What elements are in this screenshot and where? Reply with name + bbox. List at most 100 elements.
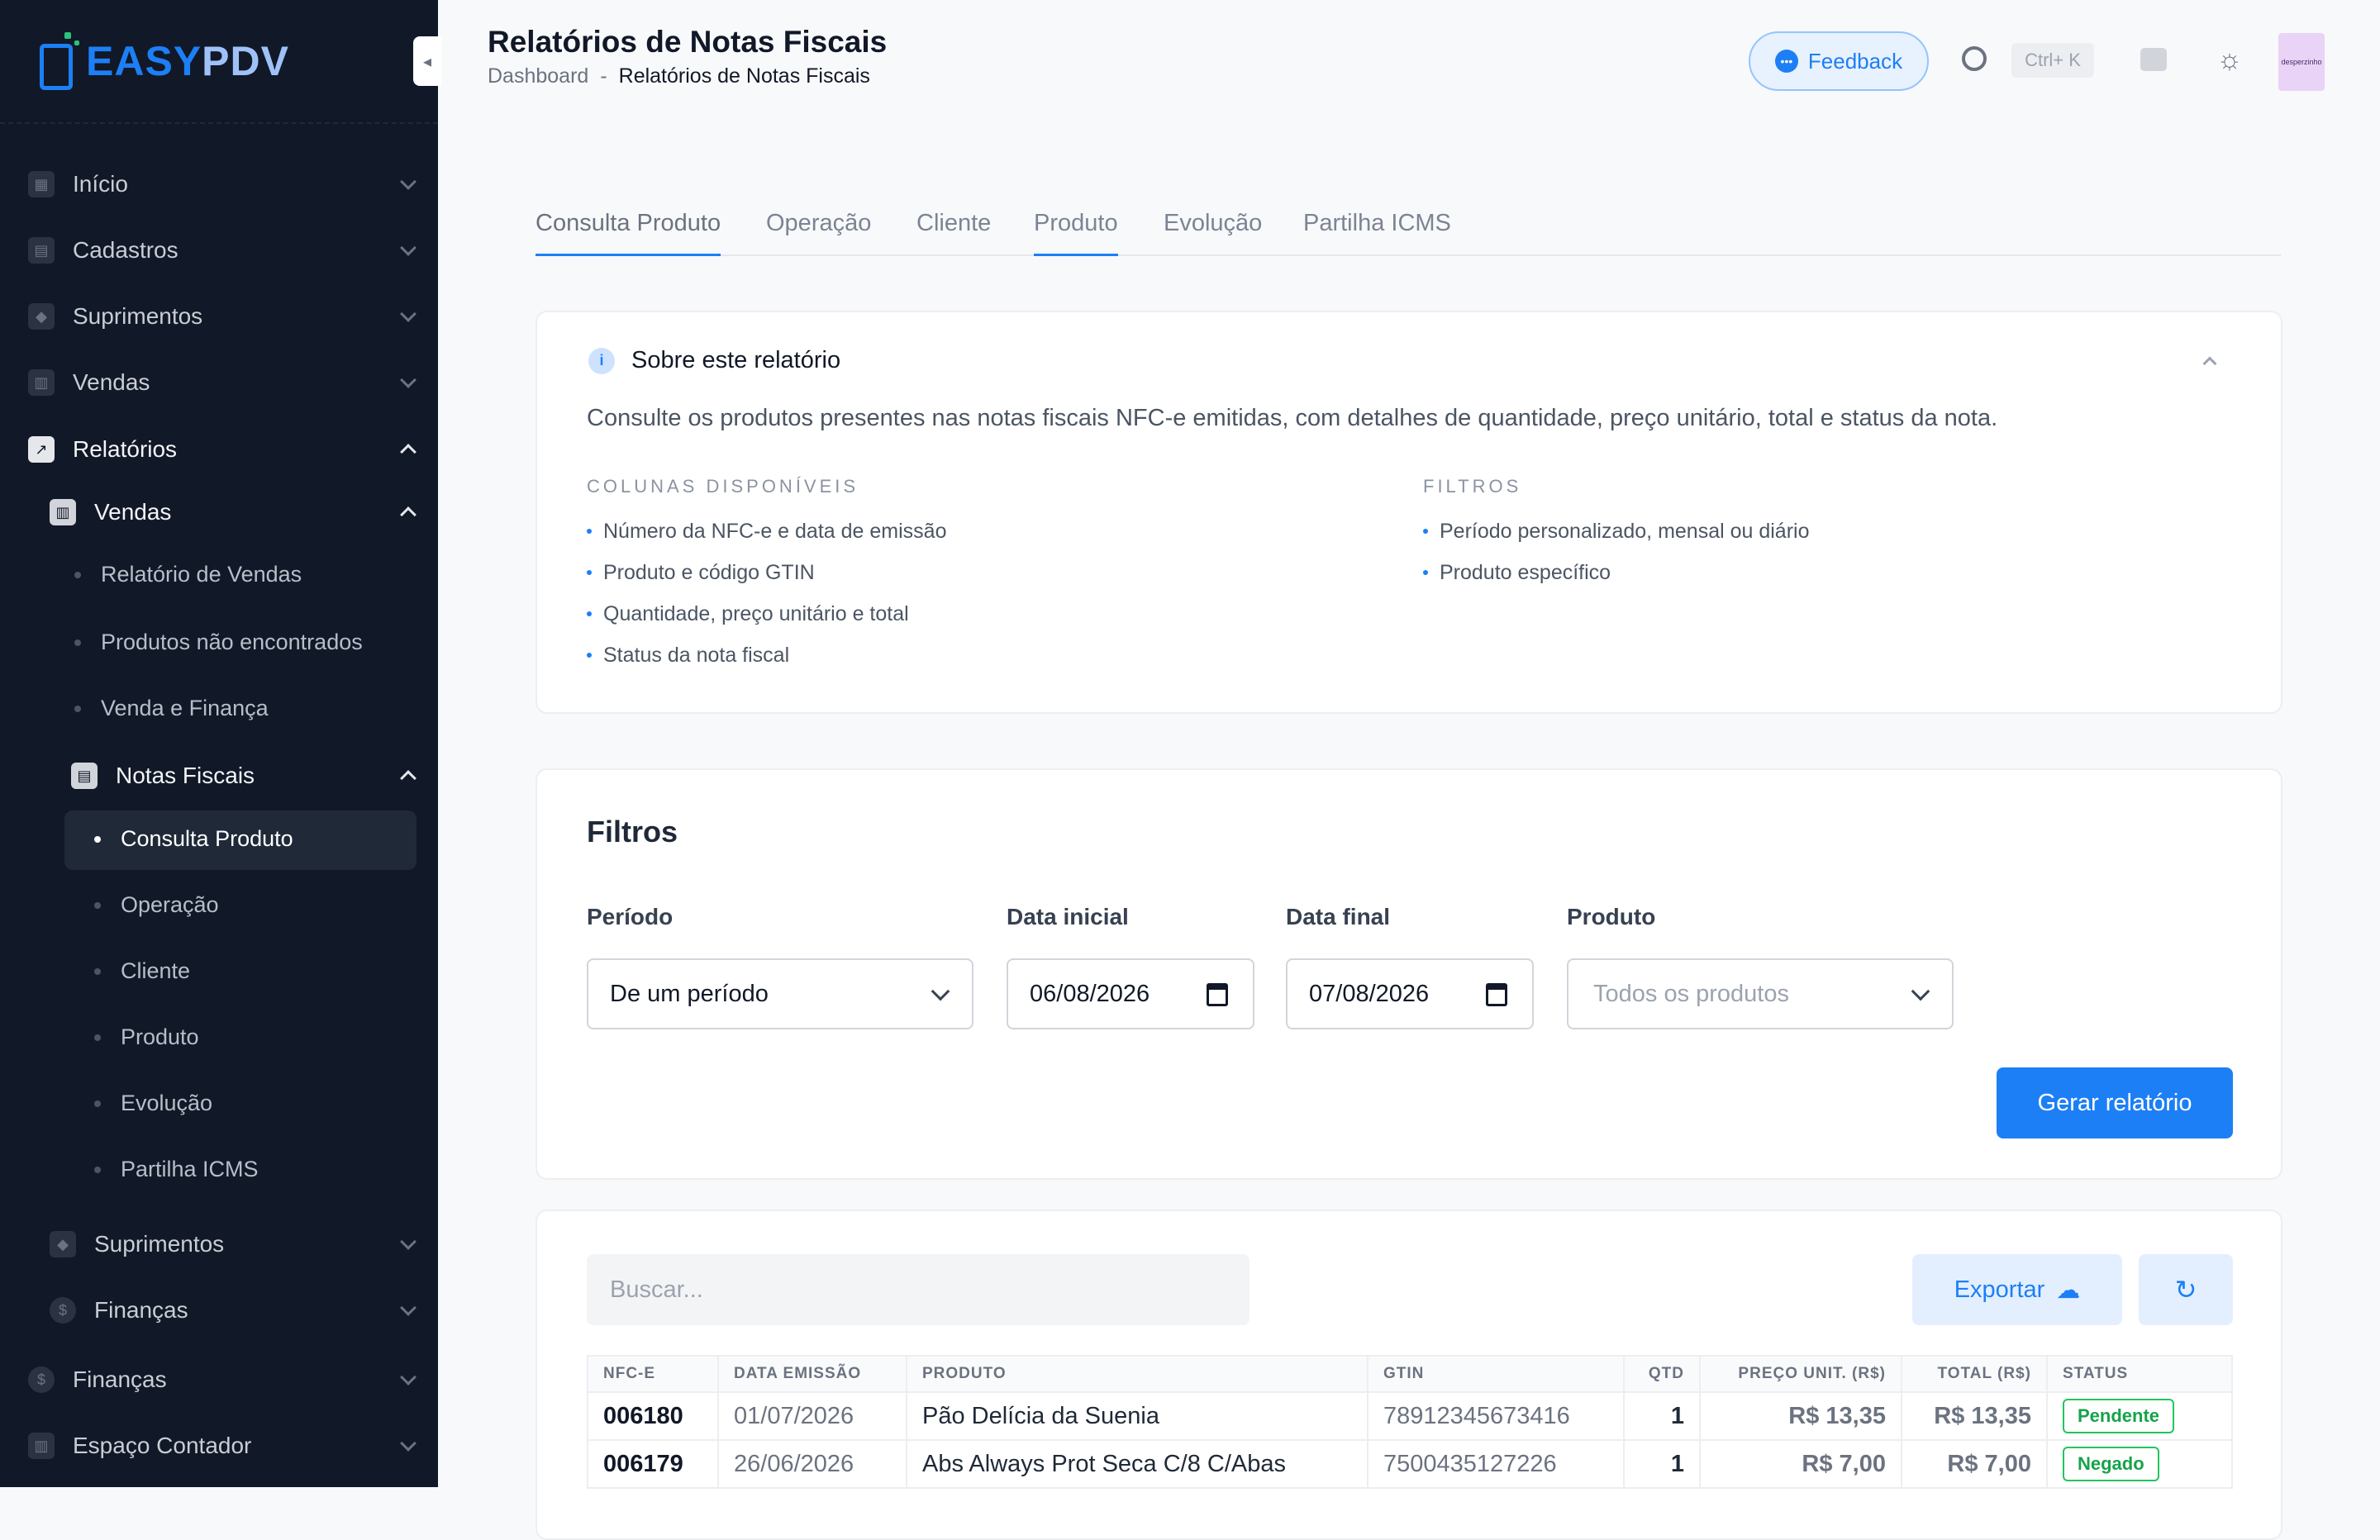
column-header[interactable]: DATA EMISSÃO: [717, 1355, 907, 1393]
table-row[interactable]: 006180 01/07/2026 Pão Delícia da Suenia …: [587, 1391, 2233, 1441]
sidebar-item-label: Suprimentos: [73, 303, 203, 329]
column-header[interactable]: GTIN: [1367, 1355, 1625, 1393]
list-item: Quantidade, preço unitário e total: [587, 593, 946, 635]
sidebar-item-cliente[interactable]: Cliente: [94, 958, 190, 984]
sidebar-item-label: Cadastros: [73, 237, 178, 263]
search-icon[interactable]: [1962, 46, 1987, 71]
sidebar-item-partilha-icms[interactable]: Partilha ICMS: [94, 1157, 259, 1182]
column-header[interactable]: PREÇO UNIT. (R$): [1699, 1355, 1902, 1393]
chart-icon: ↗: [28, 436, 55, 463]
document-icon: ▤: [71, 763, 98, 789]
cell-preco: R$ 13,35: [1699, 1391, 1902, 1441]
dollar-icon: $: [50, 1297, 76, 1324]
cell-gtin: 78912345673416: [1367, 1391, 1625, 1441]
status-badge: Negado: [2063, 1447, 2159, 1481]
columns-title: COLUNAS DISPONÍVEIS: [587, 476, 859, 497]
list-item: Status da nota fiscal: [587, 635, 946, 676]
sidebar-item-notas-fiscais[interactable]: ▤ Notas Fiscais: [71, 747, 255, 805]
sidebar-item-relatorio-vendas[interactable]: Relatório de Vendas: [74, 562, 302, 587]
sidebar-collapse-button[interactable]: ◂: [413, 36, 441, 86]
avatar[interactable]: desperzinho: [2278, 33, 2325, 91]
sidebar-item-inicio[interactable]: ▦ Início: [28, 155, 128, 213]
table-row[interactable]: 006179 26/06/2026 Abs Always Prot Seca C…: [587, 1439, 2233, 1489]
chevron-down-icon: [400, 1300, 416, 1316]
list-item: Produto específico: [1423, 552, 1810, 593]
column-header[interactable]: PRODUTO: [906, 1355, 1368, 1393]
sidebar-item-relatorios[interactable]: ↗ Relatórios: [28, 421, 177, 478]
sidebar-item-produto[interactable]: Produto: [94, 1024, 199, 1050]
sidebar-item-venda-financa[interactable]: Venda e Finança: [74, 696, 269, 721]
sidebar-item-suprimentos-reports[interactable]: ◆ Suprimentos: [50, 1215, 224, 1273]
tab-produto[interactable]: Produto: [1034, 210, 1118, 256]
tab-consulta-produto[interactable]: Consulta Produto: [536, 210, 721, 256]
cell-produto: Abs Always Prot Seca C/8 C/Abas: [906, 1439, 1368, 1489]
cell-status: Negado: [2046, 1439, 2233, 1489]
data-inicial-input[interactable]: 06/08/2026: [1007, 958, 1254, 1029]
cell-status: Pendente: [2046, 1391, 2233, 1441]
cell-produto: Pão Delícia da Suenia: [906, 1391, 1368, 1441]
column-header[interactable]: TOTAL (R$): [1901, 1355, 2048, 1393]
report-tabs: Consulta Produto Operação Cliente Produt…: [536, 207, 2281, 256]
data-final-label: Data final: [1286, 904, 1391, 929]
list-item: Período personalizado, mensal ou diário: [1423, 511, 1810, 552]
tab-operacao[interactable]: Operação: [766, 210, 871, 254]
sidebar-item-operacao[interactable]: Operação: [94, 892, 219, 918]
periodo-select[interactable]: De um período: [587, 958, 973, 1029]
sidebar-item-label: Vendas: [73, 369, 150, 395]
tab-evolucao[interactable]: Evolução: [1164, 210, 1262, 254]
export-label: Exportar: [1954, 1276, 2045, 1303]
tab-cliente[interactable]: Cliente: [916, 210, 991, 254]
cell-gtin: 7500435127226: [1367, 1439, 1625, 1489]
column-header[interactable]: NFC-E: [587, 1355, 719, 1393]
columns-list: Número da NFC-e e data de emissão Produt…: [587, 511, 946, 676]
sidebar-item-vendas[interactable]: ▥ Vendas: [28, 354, 150, 411]
chevron-down-icon: [400, 1369, 416, 1386]
sidebar-item-evolucao[interactable]: Evolução: [94, 1091, 212, 1116]
produto-select[interactable]: Todos os produtos: [1567, 958, 1954, 1029]
calculator-icon: ▥: [50, 499, 76, 525]
breadcrumb: Dashboard - Relatórios de Notas Fiscais: [488, 64, 870, 88]
sidebar-item-label: Finanças: [94, 1297, 188, 1323]
produto-label: Produto: [1567, 904, 1656, 929]
sidebar-item-suprimentos[interactable]: ◆ Suprimentos: [28, 288, 202, 345]
sidebar-item-cadastros[interactable]: ▤ Cadastros: [28, 221, 178, 279]
chevron-down-icon: [400, 240, 416, 256]
chevron-up-icon[interactable]: [2202, 356, 2217, 371]
breadcrumb-home[interactable]: Dashboard: [488, 64, 588, 88]
column-header[interactable]: STATUS: [2046, 1355, 2233, 1393]
id-card-icon: ▤: [28, 237, 55, 264]
about-description: Consulte os produtos presentes nas notas…: [587, 405, 1998, 431]
sidebar-item-financas-reports[interactable]: $ Finanças: [50, 1281, 188, 1339]
chevron-up-icon: [400, 444, 416, 460]
about-title: Sobre este relatório: [631, 347, 841, 373]
search-input[interactable]: Buscar...: [587, 1254, 1250, 1325]
refresh-button[interactable]: ↻: [2139, 1254, 2233, 1325]
cell-nfce: 006179: [587, 1439, 719, 1489]
chevron-down-icon: [400, 306, 416, 322]
generate-report-button[interactable]: Gerar relatório: [1997, 1067, 2233, 1138]
feedback-button[interactable]: ••• Feedback: [1749, 31, 1929, 91]
sidebar-item-espaco-contador[interactable]: ▥ Espaço Contador: [28, 1417, 251, 1475]
calendar-icon[interactable]: [1486, 983, 1507, 1006]
message-icon[interactable]: [2140, 48, 2167, 71]
sidebar-item-produtos-nao-encontrados[interactable]: Produtos não encontrados: [74, 630, 363, 655]
sidebar-item-vendas-reports[interactable]: ▥ Vendas: [50, 483, 171, 541]
export-button[interactable]: Exportar ☁: [1912, 1254, 2122, 1325]
brand-logo[interactable]: EASYPDV: [36, 28, 289, 94]
column-header[interactable]: QTD: [1623, 1355, 1701, 1393]
sidebar-item-financas[interactable]: $ Finanças: [28, 1351, 167, 1409]
refresh-icon: ↻: [2174, 1275, 2197, 1305]
data-final-input[interactable]: 07/08/2026: [1286, 958, 1534, 1029]
sun-icon[interactable]: ☼: [2216, 44, 2243, 75]
cell-preco: R$ 7,00: [1699, 1439, 1902, 1489]
cell-data: 26/06/2026: [717, 1439, 907, 1489]
chevron-down-icon: [400, 173, 416, 190]
tab-partilha-icms[interactable]: Partilha ICMS: [1303, 210, 1451, 254]
calendar-icon[interactable]: [1207, 983, 1228, 1006]
cell-qtd: 1: [1623, 1391, 1701, 1441]
avatar-label: desperzinho: [2281, 58, 2322, 66]
about-header[interactable]: i Sobre este relatório: [588, 347, 840, 374]
breadcrumb-current: Relatórios de Notas Fiscais: [618, 64, 870, 88]
sidebar-item-consulta-produto[interactable]: Consulta Produto: [94, 826, 293, 852]
pos-terminal-icon: [36, 32, 79, 90]
